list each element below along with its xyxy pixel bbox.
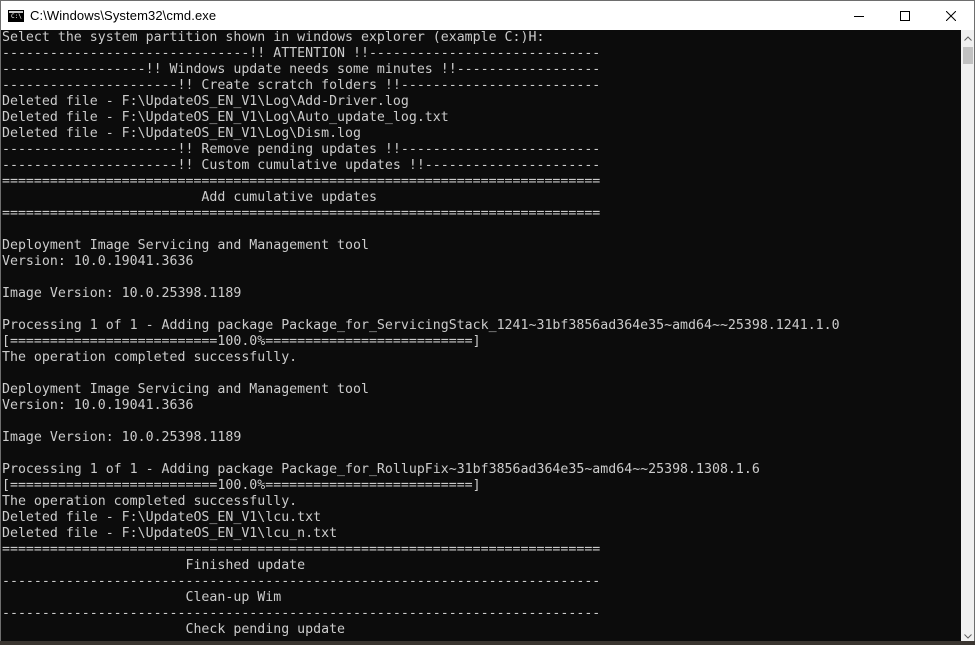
console-line: ========================================… (2, 206, 601, 221)
console-line: Deleted file - F:\UpdateOS_EN_V1\lcu.txt (2, 510, 322, 525)
console-line: Version: 10.0.19041.3636 (2, 254, 194, 269)
title-bar[interactable]: C:\ C:\Windows\System32\cmd.exe (1, 1, 974, 30)
console-line: ========================================… (2, 174, 601, 189)
desktop-background-strip (0, 641, 975, 645)
console-line: [==========================100.0%=======… (2, 478, 481, 493)
close-button[interactable] (928, 1, 974, 30)
console-app-icon[interactable]: C:\ (8, 9, 24, 22)
console-line: The operation completed successfully. (2, 350, 298, 365)
chevron-down-icon (964, 633, 972, 639)
scrollbar-thumb[interactable] (963, 47, 973, 64)
console-line: The operation completed successfully. (2, 494, 298, 509)
console-line: ------------------!! Windows update need… (2, 62, 601, 77)
maximize-icon (900, 10, 910, 21)
close-icon (946, 10, 956, 21)
window-title: C:\Windows\System32\cmd.exe (30, 8, 217, 23)
console-line: Image Version: 10.0.25398.1189 (2, 430, 242, 445)
console-line: Clean-up Wim (2, 590, 282, 605)
console-line: ========================================… (2, 542, 601, 557)
console-line: Version: 10.0.19041.3636 (2, 398, 194, 413)
chevron-up-icon (964, 35, 972, 41)
console-line: ----------------------------------------… (2, 574, 601, 589)
console-line: Finished update (2, 558, 306, 573)
console-line: Deleted file - F:\UpdateOS_EN_V1\Log\Dis… (2, 126, 361, 141)
console-line: -------------------------------!! ATTENT… (2, 46, 601, 61)
console-line: Image Version: 10.0.25398.1189 (2, 286, 242, 301)
console-line: Processing 1 of 1 - Adding package Packa… (2, 318, 840, 333)
console-line: [==========================100.0%=======… (2, 334, 481, 349)
console-output-area[interactable]: Select the system partition shown in win… (1, 30, 961, 644)
minimize-icon (854, 15, 864, 17)
console-line: ----------------------!! Create scratch … (2, 78, 601, 93)
console-line: ----------------------!! Custom cumulati… (2, 158, 601, 173)
vertical-scrollbar[interactable] (961, 30, 974, 644)
console-line: Select the system partition shown in win… (2, 30, 545, 45)
maximize-button[interactable] (882, 1, 928, 30)
console-line: ----------------------------------------… (2, 606, 601, 621)
console-output: Select the system partition shown in win… (2, 30, 840, 638)
console-line: Check pending update (2, 622, 346, 637)
console-line: Deployment Image Servicing and Managemen… (2, 382, 369, 397)
console-line: ----------------------!! Remove pending … (2, 142, 601, 157)
console-line: Deleted file - F:\UpdateOS_EN_V1\lcu_n.t… (2, 526, 338, 541)
console-line: Deployment Image Servicing and Managemen… (2, 238, 369, 253)
console-line: Deleted file - F:\UpdateOS_EN_V1\Log\Add… (2, 94, 409, 109)
console-app-icon-glyph: C:\ (11, 12, 22, 20)
console-line: Processing 1 of 1 - Adding package Packa… (2, 462, 760, 477)
scroll-up-button[interactable] (961, 30, 974, 46)
cmd-window: C:\ C:\Windows\System32\cmd.exe Select t… (0, 0, 975, 645)
console-line: Add cumulative updates (2, 190, 377, 205)
console-line: Deleted file - F:\UpdateOS_EN_V1\Log\Aut… (2, 110, 449, 125)
minimize-button[interactable] (836, 1, 882, 30)
